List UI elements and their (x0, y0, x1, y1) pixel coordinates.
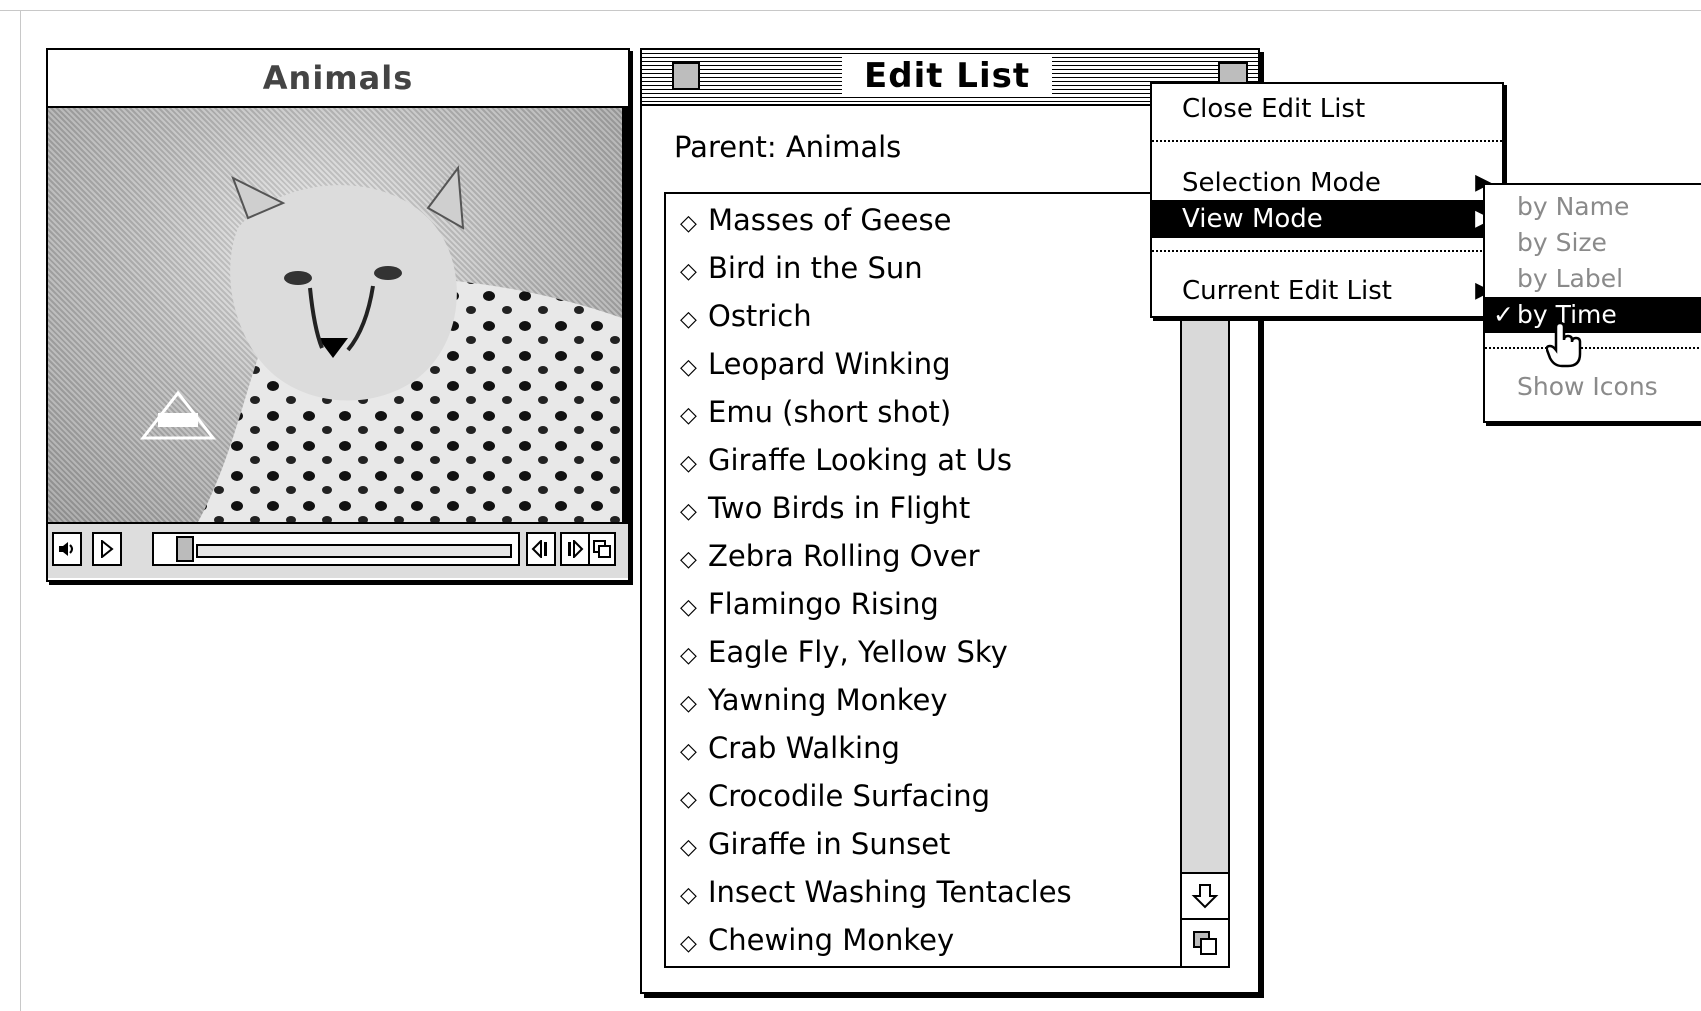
list-item-label: Flamingo Rising (708, 587, 939, 621)
movie-window-title[interactable]: Animals (48, 50, 628, 108)
list-item[interactable]: ◇ Masses of Geese (666, 196, 1186, 244)
list-item-label: Two Birds in Flight (708, 491, 971, 525)
menu-item-selection-mode[interactable]: Selection Mode ▶ (1152, 164, 1502, 202)
list-item[interactable]: ◇ Insect Washing Tentacles (666, 868, 1186, 916)
list-item[interactable]: ◇ Chewing Monkey (666, 916, 1186, 964)
list-item-label: Giraffe in Sunset (708, 827, 951, 861)
menu-item-view-mode[interactable]: View Mode ▶ (1152, 200, 1502, 238)
step-forward-icon[interactable] (560, 532, 590, 566)
list-item[interactable]: ◇ Leopard Winking (666, 340, 1186, 388)
submenu-item-by-label[interactable]: by Label (1485, 261, 1701, 297)
clip-list: ◇ Masses of Geese ◇ Bird in the Sun ◇ Ostrich… (666, 196, 1186, 964)
checkmark-icon: ✓ (1493, 300, 1514, 329)
list-item[interactable]: ◇ Crocodile Surfacing (666, 772, 1186, 820)
diamond-bullet-icon: ◇ (680, 739, 697, 764)
menu-item-label: View Mode (1182, 204, 1323, 234)
list-item-label: Yawning Monkey (708, 683, 948, 717)
scroll-down-arrow-icon[interactable] (1182, 872, 1228, 918)
submenu-item-by-size[interactable]: by Size (1485, 225, 1701, 261)
diamond-bullet-icon: ◇ (680, 451, 697, 476)
movie-controller (48, 522, 628, 578)
diamond-bullet-icon: ◇ (680, 595, 697, 620)
edit-list-popup-menu: Close Edit List Selection Mode ▶ View Mo… (1150, 82, 1504, 318)
list-item[interactable]: ◇ Ostrich (666, 292, 1186, 340)
diamond-bullet-icon: ◇ (680, 403, 697, 428)
diamond-bullet-icon: ◇ (680, 787, 697, 812)
grow-box-icon[interactable] (588, 532, 616, 566)
list-item-label: Zebra Rolling Over (708, 539, 980, 573)
menu-item-label: Close Edit List (1182, 94, 1366, 124)
list-item-label: Eagle Fly, Yellow Sky (708, 635, 1008, 669)
submenu-item-by-time[interactable]: ✓ by Time (1485, 297, 1701, 333)
menu-separator (1485, 347, 1701, 349)
diamond-bullet-icon: ◇ (680, 307, 697, 332)
slider-track (196, 544, 512, 558)
menu-item-label: Selection Mode (1182, 168, 1381, 198)
edit-list-box: ◇ Masses of Geese ◇ Bird in the Sun ◇ Ostrich… (664, 192, 1230, 968)
diamond-bullet-icon: ◇ (680, 355, 697, 380)
diamond-bullet-icon: ◇ (680, 643, 697, 668)
movie-frame-cheetah-image (48, 108, 628, 522)
parent-label: Parent: Animals (674, 130, 902, 164)
submenu-item-show-icons[interactable]: Show Icons (1485, 369, 1701, 405)
list-item[interactable]: ◇ Yawning Monkey (666, 676, 1186, 724)
menu-separator (1152, 140, 1502, 142)
speaker-icon[interactable] (52, 532, 82, 566)
step-back-icon[interactable] (526, 532, 556, 566)
diamond-bullet-icon: ◇ (680, 931, 697, 956)
list-item-label: Ostrich (708, 299, 812, 333)
view-mode-submenu: by Name by Size by Label ✓ by Time Show I… (1483, 183, 1701, 423)
hand-cursor-icon (1546, 322, 1582, 368)
list-item[interactable]: ◇ Crab Walking (666, 724, 1186, 772)
slider-thumb[interactable] (176, 536, 194, 562)
list-item[interactable]: ◇ Zebra Rolling Over (666, 532, 1186, 580)
list-item-label: Crab Walking (708, 731, 900, 765)
list-item[interactable]: ◇ Emu (short shot) (666, 388, 1186, 436)
movie-time-slider[interactable] (152, 532, 520, 566)
list-item[interactable]: ◇ Eagle Fly, Yellow Sky (666, 628, 1186, 676)
diamond-bullet-icon: ◇ (680, 835, 697, 860)
diamond-bullet-icon: ◇ (680, 547, 697, 572)
diamond-bullet-icon: ◇ (680, 211, 697, 236)
menu-separator (1152, 250, 1502, 252)
edit-list-title: Edit List (842, 56, 1053, 96)
list-item-label: Bird in the Sun (708, 251, 923, 285)
menu-item-close-edit-list[interactable]: Close Edit List (1152, 90, 1502, 128)
list-item[interactable]: ◇ Giraffe Looking at Us (666, 436, 1186, 484)
desktop-border-left (20, 10, 21, 1011)
list-item-label: Leopard Winking (708, 347, 951, 381)
list-item-label: Giraffe Looking at Us (708, 443, 1012, 477)
submenu-item-by-name[interactable]: by Name (1485, 189, 1701, 225)
list-item[interactable]: ◇ Flamingo Rising (666, 580, 1186, 628)
list-item-label: Masses of Geese (708, 203, 952, 237)
menu-item-current-edit-list[interactable]: Current Edit List ▶ (1152, 272, 1502, 310)
cheetah-image (139, 165, 622, 522)
desktop-border-top (0, 10, 1701, 11)
play-icon[interactable] (92, 532, 122, 566)
list-item-label: Emu (short shot) (708, 395, 952, 429)
grow-box-icon[interactable] (1182, 918, 1228, 966)
diamond-bullet-icon: ◇ (680, 883, 697, 908)
list-item[interactable]: ◇ Bird in the Sun (666, 244, 1186, 292)
diamond-bullet-icon: ◇ (680, 691, 697, 716)
close-box-icon[interactable] (672, 62, 700, 90)
list-item[interactable]: ◇ Two Birds in Flight (666, 484, 1186, 532)
list-item-label: Insect Washing Tentacles (708, 875, 1072, 909)
list-item-label: Chewing Monkey (708, 923, 955, 957)
menu-item-label: Current Edit List (1182, 276, 1392, 306)
list-item[interactable]: ◇ Giraffe in Sunset (666, 820, 1186, 868)
diamond-bullet-icon: ◇ (680, 259, 697, 284)
list-item-label: Crocodile Surfacing (708, 779, 991, 813)
diamond-bullet-icon: ◇ (680, 499, 697, 524)
movie-window[interactable]: Animals (46, 48, 630, 582)
